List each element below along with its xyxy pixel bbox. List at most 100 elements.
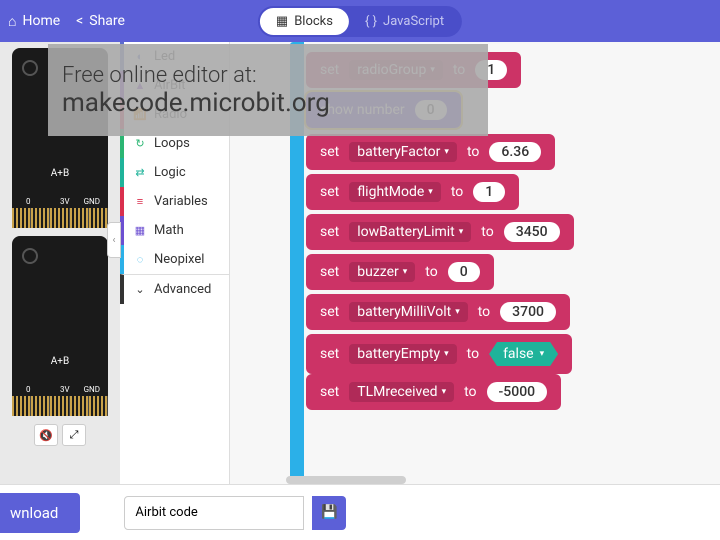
pin-gnd-label: GND (84, 197, 100, 206)
value-oval[interactable]: 3700 (500, 302, 556, 322)
pin-3v-label: 3V (60, 385, 70, 394)
chevron-down-icon: ▾ (442, 387, 447, 397)
chevron-down-icon: ▾ (459, 227, 464, 237)
pin-0-label: 0 (26, 197, 31, 206)
variable-dropdown[interactable]: batteryFactor ▾ (349, 142, 457, 162)
neopixel-icon: ◌ (134, 254, 146, 266)
to-keyword: to (478, 304, 490, 320)
toolbox-label: Neopixel (154, 252, 204, 267)
speaker-icon: 🔇 (39, 429, 53, 442)
chevron-down-icon: ▾ (455, 307, 460, 317)
to-keyword: to (481, 224, 493, 240)
microbit-simulator-secondary[interactable]: A+B 0 3V GND (12, 236, 108, 416)
mute-button[interactable]: 🔇 (34, 424, 58, 446)
download-button[interactable]: wnload (0, 493, 80, 533)
toolbox-item-math[interactable]: ▦ Math (120, 216, 229, 245)
blocks-tab[interactable]: ▦ Blocks (260, 8, 349, 35)
set-variable-block[interactable]: set batteryEmpty ▾ to false ▾ (306, 334, 572, 374)
blocks-label: Blocks (294, 14, 333, 29)
to-keyword: to (467, 144, 479, 160)
toolbox-item-variables[interactable]: ≡ Variables (120, 187, 229, 216)
blocks-icon: ▦ (276, 14, 288, 29)
set-keyword: set (320, 384, 339, 400)
pin-gnd-label: GND (84, 385, 100, 394)
chevron-left-icon: ‹ (112, 235, 115, 246)
loops-icon: ↻ (134, 138, 146, 150)
value-oval[interactable]: 6.36 (489, 142, 541, 162)
advanced-icon: ⌄ (134, 284, 146, 296)
boolean-value[interactable]: false ▾ (489, 342, 558, 366)
ab-button-label: A+B (51, 356, 69, 367)
set-variable-block[interactable]: setbatteryMilliVolt ▾to3700 (306, 294, 570, 330)
chevron-down-icon: ▾ (428, 187, 433, 197)
top-bar: ⌂ Home < Share ▦ Blocks { } JavaScript (0, 0, 720, 42)
pin-0-label: 0 (26, 385, 31, 394)
toolbox-label: Variables (154, 194, 208, 209)
toolbox-label: Loops (154, 136, 190, 151)
set-variable-block[interactable]: set flightMode ▾ to 1 (306, 174, 519, 210)
sim-controls: 🔇 ⤢ (34, 424, 86, 446)
js-label: JavaScript (383, 14, 444, 29)
variables-icon: ≡ (134, 196, 146, 208)
chevron-down-icon: ▾ (444, 349, 449, 359)
logic-icon: ⇄ (134, 167, 146, 179)
to-keyword: to (467, 346, 479, 362)
pin-strip (12, 208, 108, 228)
toolbox-item-advanced[interactable]: ⌄ Advanced (120, 274, 229, 304)
set-variable-block[interactable]: set TLMreceived ▾ to -5000 (306, 374, 561, 410)
chevron-down-icon: ▾ (444, 147, 449, 157)
variable-dropdown[interactable]: lowBatteryLimit ▾ (349, 222, 471, 242)
value-oval[interactable]: 1 (473, 182, 505, 202)
value-oval[interactable]: -5000 (487, 382, 548, 402)
set-keyword: set (320, 144, 339, 160)
save-button[interactable]: 💾 (312, 496, 346, 530)
math-icon: ▦ (134, 225, 146, 237)
save-icon: 💾 (321, 505, 338, 520)
toolbox-label: Logic (154, 165, 186, 180)
variable-dropdown[interactable]: batteryMilliVolt ▾ (349, 302, 468, 322)
home-label: Home (22, 13, 60, 29)
set-variable-block[interactable]: set buzzer ▾ to 0 (306, 254, 494, 290)
value-oval[interactable]: 3450 (504, 222, 560, 242)
share-button[interactable]: < Share (76, 13, 125, 29)
toolbox-collapse-button[interactable]: ‹ (107, 222, 121, 258)
footer-bar: wnload 💾 (0, 484, 720, 540)
set-keyword: set (320, 264, 339, 280)
chevron-down-icon: ▾ (540, 349, 545, 359)
variable-dropdown[interactable]: buzzer ▾ (349, 262, 415, 282)
to-keyword: to (464, 384, 476, 400)
home-button[interactable]: ⌂ Home (8, 13, 60, 30)
variable-dropdown[interactable]: TLMreceived ▾ (349, 382, 454, 402)
overlay-line1: Free online editor at: (62, 63, 488, 88)
toolbox-item-logic[interactable]: ⇄ Logic (120, 158, 229, 187)
toolbox-label: Advanced (154, 282, 211, 297)
chevron-down-icon: ▾ (403, 267, 408, 277)
share-label: Share (89, 13, 125, 29)
pin-3v-label: 3V (60, 197, 70, 206)
to-keyword: to (425, 264, 437, 280)
set-keyword: set (320, 224, 339, 240)
promo-overlay: Free online editor at: makecode.microbit… (48, 44, 488, 136)
to-keyword: to (451, 184, 463, 200)
fullscreen-icon: ⤢ (70, 428, 79, 442)
fullscreen-button[interactable]: ⤢ (62, 424, 86, 446)
board-hole-icon (22, 60, 38, 76)
pin-strip (12, 396, 108, 416)
set-variable-block[interactable]: set batteryFactor ▾ to 6.36 (306, 134, 555, 170)
project-name-input[interactable] (124, 496, 304, 530)
value-oval[interactable]: 0 (448, 262, 480, 282)
toolbox-item-neopixel[interactable]: ◌ Neopixel (120, 245, 229, 274)
editor-toggle: ▦ Blocks { } JavaScript (258, 6, 462, 37)
js-icon: { } (365, 14, 377, 29)
share-icon: < (76, 13, 83, 29)
ab-button-label: A+B (51, 168, 69, 179)
variable-dropdown[interactable]: batteryEmpty ▾ (349, 344, 456, 364)
javascript-tab[interactable]: { } JavaScript (349, 8, 460, 35)
horizontal-scrollbar[interactable] (286, 476, 406, 484)
set-keyword: set (320, 346, 339, 362)
home-icon: ⌂ (8, 13, 16, 30)
set-keyword: set (320, 184, 339, 200)
variable-dropdown[interactable]: flightMode ▾ (349, 182, 441, 202)
toolbox-label: Math (154, 223, 184, 238)
set-variable-block[interactable]: set lowBatteryLimit ▾ to 3450 (306, 214, 574, 250)
